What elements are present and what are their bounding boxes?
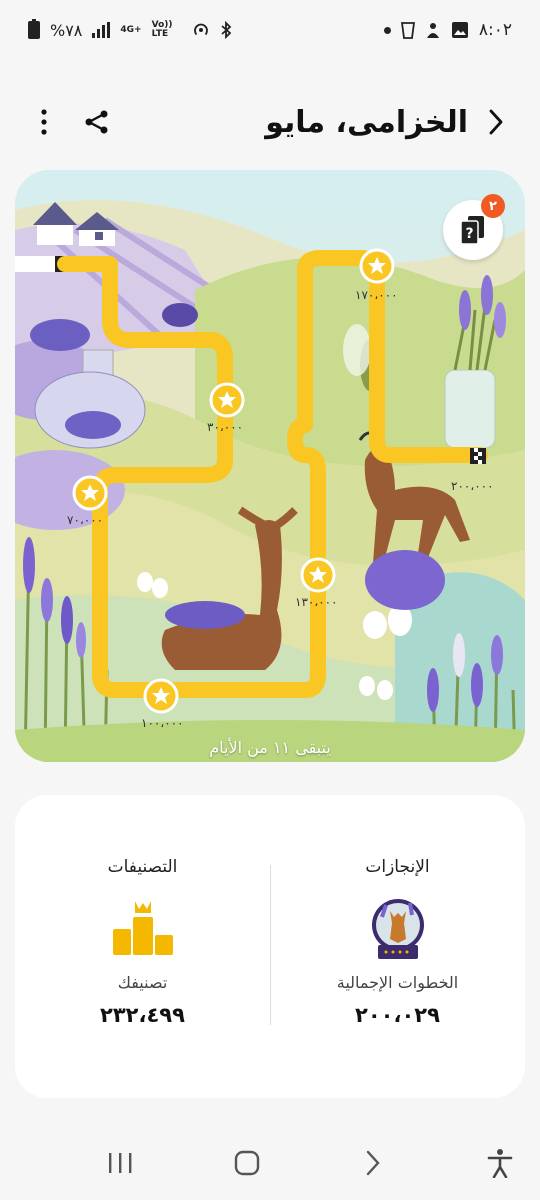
header-actions — [40, 109, 110, 135]
clock: ٨:٠٢ — [478, 20, 512, 40]
home-button[interactable] — [227, 1143, 267, 1183]
battery-icon — [28, 19, 40, 39]
help-card-icon: ? — [460, 216, 484, 245]
cup-icon — [400, 22, 415, 39]
more-options-button[interactable] — [40, 109, 48, 135]
recents-button[interactable] — [100, 1143, 140, 1183]
recents-icon — [109, 1152, 132, 1173]
star-marker-70000 — [72, 475, 108, 511]
trophy-badge-icon — [371, 899, 424, 959]
star-marker-130000 — [300, 557, 336, 593]
stats-card: التصنيفات تصنيفك ٢٣٢،٤٩٩ الإنجازات الخطو… — [15, 795, 525, 1098]
back-button[interactable] — [488, 108, 504, 136]
share-icon — [85, 110, 108, 134]
home-icon — [234, 1150, 259, 1175]
battery-level: %٧٨ — [50, 20, 83, 40]
forward-icon — [367, 1150, 380, 1175]
milestone-label-30000: ٣٠،٠٠٠ — [207, 420, 244, 434]
milestone-label-70000: ٧٠،٠٠٠ — [67, 513, 104, 527]
achievements-value: ٢٠٠،٠٢٩ — [355, 1003, 440, 1027]
page-title: الخزامى، مايو — [265, 104, 468, 140]
days-left-text: يتبقى ١١ من الأيام — [209, 738, 331, 757]
help-badge: ٢ — [481, 194, 505, 218]
status-bar: %٧٨ 4G+ Vo)) LTE ٨:٠٢ — [0, 0, 540, 60]
milestone-label-170000: ١٧٠،٠٠٠ — [355, 288, 398, 302]
challenge-info-button[interactable]: ? ٢ — [443, 194, 505, 260]
header-title-group: الخزامى، مايو — [265, 105, 504, 140]
achievements-heading: الإنجازات — [365, 857, 430, 877]
app-header: الخزامى، مايو — [0, 92, 540, 152]
rankings-heading: التصنيفات — [107, 857, 178, 877]
status-right: ٨:٠٢ — [383, 20, 512, 40]
podium-icon — [112, 901, 173, 955]
accessibility-button[interactable] — [480, 1143, 520, 1183]
volte-indicator: Vo)) LTE — [151, 20, 173, 39]
back-icon — [489, 109, 503, 135]
gallery-icon — [451, 22, 468, 38]
hotspot-icon — [193, 23, 208, 36]
achievements-label: الخطوات الإجمالية — [336, 973, 459, 992]
milestone-label-100000: ١٠٠،٠٠٠ — [141, 716, 184, 730]
star-marker-170000 — [359, 248, 395, 284]
status-left: %٧٨ 4G+ Vo)) LTE — [28, 19, 232, 40]
network-type: 4G+ — [120, 24, 142, 35]
milestone-label-200000: ٢٠٠،٠٠٠ — [451, 479, 494, 493]
back-nav-button[interactable] — [353, 1143, 393, 1183]
milestone-label-130000: ١٣٠،٠٠٠ — [295, 595, 338, 609]
star-marker-100000 — [143, 678, 179, 714]
rankings-value: ٢٣٢،٤٩٩ — [100, 1003, 185, 1027]
rankings-label: تصنيفك — [117, 973, 168, 992]
screenshot-icon — [426, 23, 439, 38]
lavender-scene-illustration — [15, 200, 525, 762]
more-icon — [41, 109, 47, 135]
rankings-section[interactable]: التصنيفات تصنيفك ٢٣٢،٤٩٩ — [15, 795, 270, 1098]
notification-dot-icon — [383, 26, 391, 34]
signal-icon — [92, 22, 111, 38]
accessibility-icon — [487, 1148, 513, 1178]
share-button[interactable] — [84, 109, 110, 135]
svg-text:?: ? — [465, 226, 473, 242]
star-marker-30000 — [209, 382, 245, 418]
bluetooth-icon — [221, 21, 231, 39]
system-nav-bar — [0, 1125, 540, 1200]
challenge-map-card[interactable]: ١٠٠،٠٠٠ ٧٠،٠٠٠ ٣٠،٠٠٠ ١٣٠،٠٠٠ ١٧٠،٠٠٠ ٢٠… — [15, 170, 525, 762]
achievements-section[interactable]: الإنجازات الخطوات الإجمالية ٢٠٠،٠٢٩ — [270, 795, 525, 1098]
